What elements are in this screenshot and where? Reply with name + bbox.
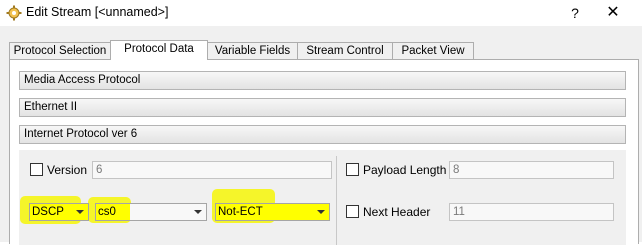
ipv6-fields-panel: Version 6 Payload Length 8 DSCP cs0 Not-… [19, 150, 626, 245]
stream-gear-icon [6, 5, 22, 21]
next-header-field[interactable]: 11 [449, 203, 614, 221]
tab-variable-fields[interactable]: Variable Fields [207, 42, 298, 59]
version-field[interactable]: 6 [92, 161, 332, 179]
tab-stream-control[interactable]: Stream Control [297, 42, 393, 59]
chevron-down-icon [194, 210, 202, 214]
help-button[interactable]: ? [564, 3, 586, 23]
section-internet-protocol-v6[interactable]: Internet Protocol ver 6 [19, 125, 626, 144]
chevron-down-icon [76, 210, 84, 214]
column-divider [336, 156, 337, 245]
close-button[interactable]: ✕ [602, 3, 624, 23]
window-title: Edit Stream [<unnamed>] [26, 5, 169, 19]
tab-protocol-data[interactable]: Protocol Data [110, 40, 208, 60]
section-media-access-protocol[interactable]: Media Access Protocol [19, 71, 626, 90]
next-header-label: Next Header [363, 205, 431, 219]
payload-length-label: Payload Length [363, 163, 447, 177]
ecn-value: Not-ECT [218, 206, 263, 218]
dscp-mode-value: DSCP [32, 206, 64, 218]
title-bar: Edit Stream [<unnamed>] ? ✕ [0, 0, 642, 26]
section-ethernet-ii[interactable]: Ethernet II [19, 98, 626, 117]
ecn-select[interactable]: Not-ECT [215, 203, 330, 221]
payload-length-checkbox[interactable] [346, 163, 359, 176]
version-label: Version [47, 163, 88, 177]
tab-packet-view[interactable]: Packet View [392, 42, 474, 59]
payload-length-field[interactable]: 8 [449, 161, 614, 179]
dscp-mode-select[interactable]: DSCP [29, 203, 89, 221]
protocol-data-panel: Media Access Protocol Ethernet II Intern… [9, 59, 639, 245]
chevron-down-icon [317, 210, 325, 214]
dscp-value-select[interactable]: cs0 [95, 203, 207, 221]
tab-protocol-selection[interactable]: Protocol Selection [9, 42, 111, 59]
dialog-body: Protocol Selection Protocol Data Variabl… [0, 26, 642, 245]
dscp-value: cs0 [98, 206, 116, 218]
version-checkbox[interactable] [30, 163, 43, 176]
next-header-checkbox[interactable] [346, 205, 359, 218]
